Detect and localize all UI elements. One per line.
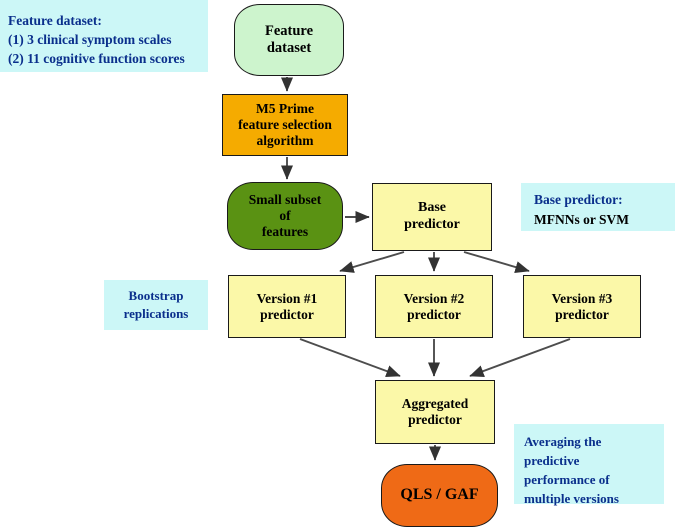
- node-base-predictor-line1: Base: [418, 200, 446, 216]
- node-aggregated-line2: predictor: [408, 412, 462, 427]
- callout-averaging-line2: predictive: [524, 452, 580, 468]
- node-version-3-predictor: Version #3 predictor: [523, 275, 641, 338]
- node-version2-line1: Version #2: [403, 290, 465, 306]
- callout-feature-dataset-line1: Feature dataset:: [8, 13, 102, 28]
- node-version-2-predictor: Version #2 predictor: [375, 275, 493, 338]
- node-base-predictor: Base predictor: [372, 183, 492, 251]
- edge-basepredictor-to-version1: [339, 251, 405, 273]
- node-small-subset-line3: features: [261, 223, 309, 239]
- node-small-subset-of-features: Small subset of features: [227, 182, 343, 250]
- callout-feature-dataset: Feature dataset: (1) 3 clinical symptom …: [0, 0, 208, 72]
- callout-base-predictor-line1: Base predictor:: [534, 192, 623, 207]
- callout-bootstrap-line2: replications: [123, 306, 189, 321]
- node-m5-prime-feature-selection: M5 Prime feature selection algorithm: [222, 94, 348, 156]
- node-m5prime-line2: feature selection: [238, 117, 332, 133]
- node-qls-gaf-output: QLS / GAF: [381, 464, 498, 527]
- node-version-1-predictor: Version #1 predictor: [228, 275, 346, 338]
- node-small-subset-line2: of: [279, 208, 291, 224]
- node-m5prime-line1: M5 Prime: [255, 101, 315, 117]
- edge-basepredictor-to-version3: [463, 251, 530, 273]
- callout-averaging-line4: multiple versions: [524, 490, 619, 506]
- flowchart-canvas: Feature dataset: (1) 3 clinical symptom …: [0, 0, 685, 532]
- node-aggregated-predictor: Aggregated predictor: [375, 380, 495, 444]
- callout-base-predictor-line2: MFNNs or SVM: [534, 211, 629, 227]
- node-base-predictor-line2: predictor: [404, 217, 460, 232]
- callout-bootstrap-line1: Bootstrap: [128, 287, 184, 303]
- node-qls-gaf-line1: QLS / GAF: [400, 486, 479, 504]
- callout-base-predictor: Base predictor: MFNNs or SVM: [521, 183, 675, 231]
- callout-feature-dataset-line2: (1) 3 clinical symptom scales: [8, 32, 172, 48]
- node-version2-line2: predictor: [407, 306, 461, 322]
- node-version3-line1: Version #3: [551, 290, 613, 306]
- callout-averaging-line1: Averaging the: [524, 434, 602, 449]
- node-m5prime-line3: algorithm: [256, 132, 314, 148]
- node-feature-dataset-line1: Feature: [264, 22, 314, 39]
- node-version3-line2: predictor: [555, 306, 609, 322]
- node-small-subset-line1: Small subset: [248, 192, 322, 208]
- node-version1-line1: Version #1: [256, 290, 318, 306]
- node-feature-dataset-line2: dataset: [266, 40, 312, 56]
- callout-feature-dataset-line3: (2) 11 cognitive function scores: [8, 51, 185, 67]
- node-aggregated-line1: Aggregated: [401, 396, 469, 412]
- callout-averaging-line3: performance of: [524, 471, 610, 487]
- edge-version3-to-aggregated: [469, 338, 571, 377]
- callout-bootstrap-replications: Bootstrap replications: [104, 280, 208, 330]
- node-version1-line2: predictor: [260, 306, 314, 322]
- edge-version1-to-aggregated: [299, 338, 401, 377]
- node-feature-dataset: Feature dataset: [234, 4, 344, 76]
- callout-averaging-performance: Averaging the predictive performance of …: [514, 424, 664, 506]
